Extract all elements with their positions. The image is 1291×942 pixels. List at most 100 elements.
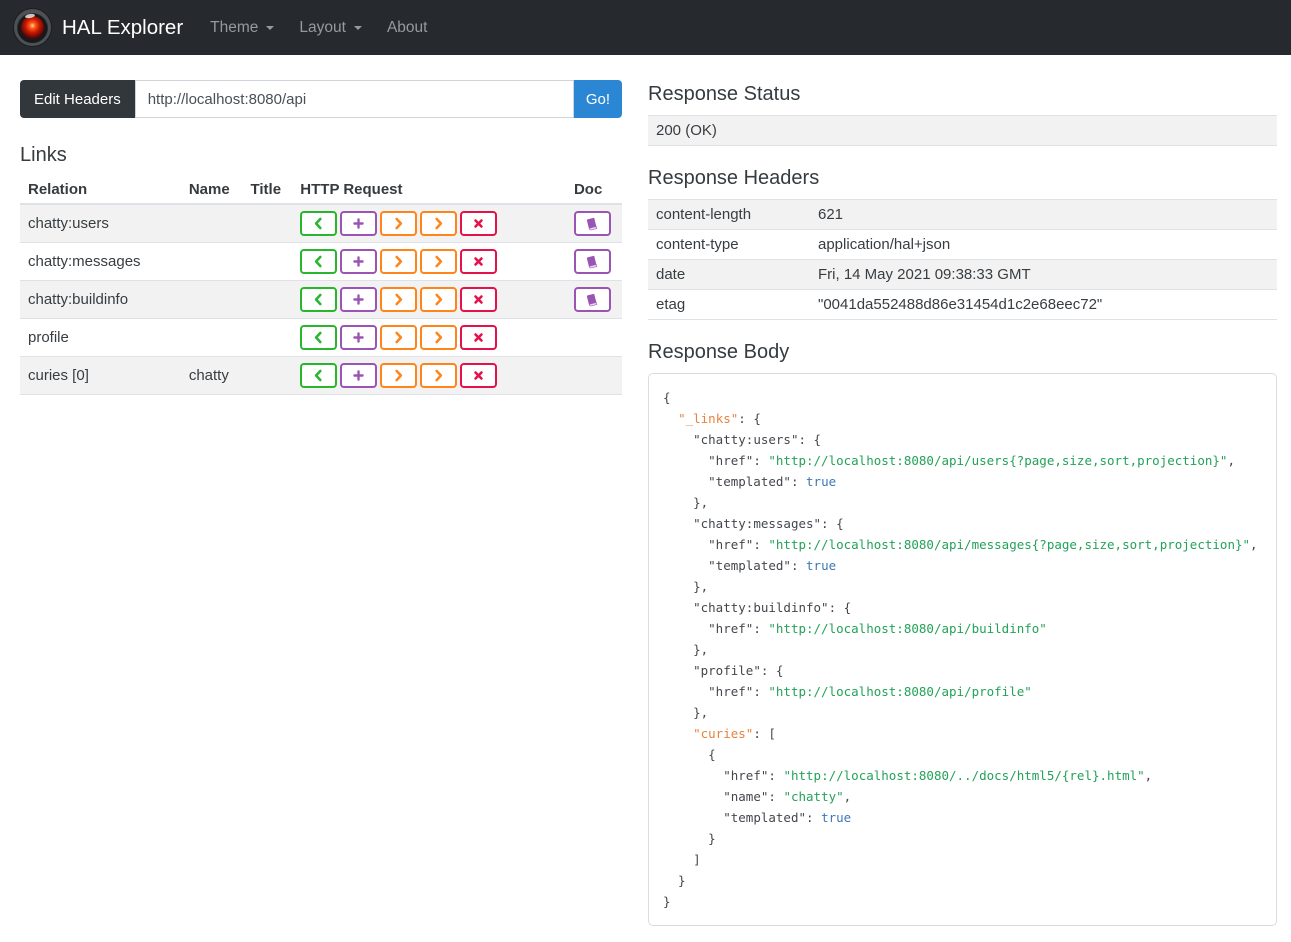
chevron-right-icon — [395, 293, 403, 306]
http-patch-button[interactable] — [420, 249, 458, 274]
http-request-cell — [292, 242, 566, 281]
title-cell — [242, 356, 293, 395]
http-get-button[interactable] — [300, 249, 338, 274]
table-row: curies [0] chatty — [20, 356, 622, 395]
http-request-cell — [292, 318, 566, 357]
url-bar: Edit Headers Go! — [20, 80, 622, 118]
response-headers-table: content-length 621 content-type application… — [648, 199, 1277, 320]
app-title[interactable]: HAL Explorer — [62, 16, 183, 40]
plus-icon — [353, 294, 365, 305]
col-name: Name — [180, 176, 243, 205]
doc-button[interactable] — [573, 287, 611, 312]
http-put-button[interactable] — [380, 287, 418, 312]
response-panel: Response Status 200 (OK) Response Header… — [648, 80, 1277, 926]
plus-icon — [353, 218, 365, 229]
chevron-right-icon — [435, 217, 443, 230]
nav-layout-menu[interactable]: Layout — [299, 19, 362, 37]
title-cell — [242, 318, 293, 357]
code-line: "profile": { — [693, 663, 784, 678]
url-input[interactable] — [134, 80, 574, 118]
http-put-button[interactable] — [380, 249, 418, 274]
doc-cell — [565, 203, 622, 243]
links-table: Relation Name Title HTTP Request Doc cha… — [20, 176, 622, 395]
edit-headers-button[interactable]: Edit Headers — [20, 80, 135, 118]
header-row: content-type application/hal+json — [648, 229, 1277, 260]
http-post-button[interactable] — [340, 325, 378, 350]
hal-red-eye-icon — [21, 16, 44, 39]
http-delete-button[interactable] — [460, 211, 498, 236]
http-delete-button[interactable] — [460, 325, 498, 350]
col-title: Title — [242, 176, 293, 205]
doc-cell — [565, 318, 622, 357]
code-line: "chatty:messages": { — [693, 516, 844, 531]
http-patch-button[interactable] — [420, 211, 458, 236]
http-post-button[interactable] — [340, 249, 378, 274]
doc-cell — [565, 280, 622, 319]
x-icon — [474, 219, 484, 228]
code-line: }, — [663, 642, 709, 657]
http-get-button[interactable] — [300, 325, 338, 350]
nav-theme-menu[interactable]: Theme — [210, 18, 275, 37]
header-name: etag — [648, 289, 810, 320]
code-line: } — [663, 894, 671, 909]
code-line: "name": "chatty", — [723, 789, 852, 804]
response-headers-body: content-length 621 content-type application… — [648, 199, 1277, 320]
header-value: Fri, 14 May 2021 09:38:33 GMT — [810, 259, 1277, 290]
nav-about-link[interactable]: About — [387, 19, 428, 37]
chevron-right-icon — [435, 369, 443, 382]
http-request-cell — [292, 280, 566, 319]
header-value: "0041da552488d86e31454d1c2e68eec72" — [810, 289, 1277, 320]
relation-cell: curies [0] — [20, 356, 181, 395]
http-post-button[interactable] — [340, 363, 378, 388]
col-relation: Relation — [20, 176, 181, 205]
http-get-button[interactable] — [300, 211, 338, 236]
relation-cell: chatty:messages — [20, 242, 181, 281]
http-patch-button[interactable] — [420, 325, 458, 350]
header-value: application/hal+json — [810, 229, 1277, 260]
response-body-card: { "_links": { "chatty:users": { "href": … — [648, 373, 1277, 926]
http-patch-button[interactable] — [420, 363, 458, 388]
code-line: } — [663, 873, 686, 888]
http-delete-button[interactable] — [460, 363, 498, 388]
col-http-request: HTTP Request — [292, 176, 566, 205]
chevron-right-icon — [395, 369, 403, 382]
code-line: "href": "http://localhost:8080/api/messa… — [708, 537, 1258, 552]
plus-icon — [353, 332, 365, 343]
http-patch-button[interactable] — [420, 287, 458, 312]
http-request-cell — [292, 203, 566, 243]
http-get-button[interactable] — [300, 363, 338, 388]
code-line: { — [663, 390, 671, 405]
doc-button[interactable] — [573, 249, 611, 274]
chevron-right-icon — [435, 293, 443, 306]
response-status-title: Response Status — [648, 83, 801, 105]
http-post-button[interactable] — [340, 211, 378, 236]
header-value: 621 — [810, 199, 1277, 230]
code-line: "href": "http://localhost:8080/api/profi… — [708, 684, 1032, 699]
hal-9000-logo-icon[interactable] — [14, 9, 51, 46]
code-line: "chatty:buildinfo": { — [693, 600, 852, 615]
chevron-right-icon — [435, 331, 443, 344]
response-headers-title: Response Headers — [648, 167, 820, 189]
doc-button[interactable] — [573, 211, 611, 236]
http-delete-button[interactable] — [460, 287, 498, 312]
http-get-button[interactable] — [300, 287, 338, 312]
http-put-button[interactable] — [380, 211, 418, 236]
chevron-down-icon — [353, 25, 362, 30]
header-row: date Fri, 14 May 2021 09:38:33 GMT — [648, 259, 1277, 290]
book-icon — [587, 255, 598, 268]
http-delete-button[interactable] — [460, 249, 498, 274]
response-body-code: { "_links": { "chatty:users": { "href": … — [663, 387, 1262, 912]
chevron-right-icon — [435, 255, 443, 268]
code-line: }, — [663, 705, 709, 720]
links-table-header: Relation Name Title HTTP Request Doc — [20, 176, 622, 205]
chevron-left-icon — [315, 293, 322, 306]
header-name: content-type — [648, 229, 810, 260]
chevron-left-icon — [315, 369, 322, 382]
http-put-button[interactable] — [380, 363, 418, 388]
go-button[interactable]: Go! — [573, 80, 622, 118]
http-post-button[interactable] — [340, 287, 378, 312]
x-icon — [474, 371, 484, 380]
nav-theme-label: Theme — [210, 18, 259, 36]
code-line: "_links": { — [678, 411, 761, 426]
http-put-button[interactable] — [380, 325, 418, 350]
